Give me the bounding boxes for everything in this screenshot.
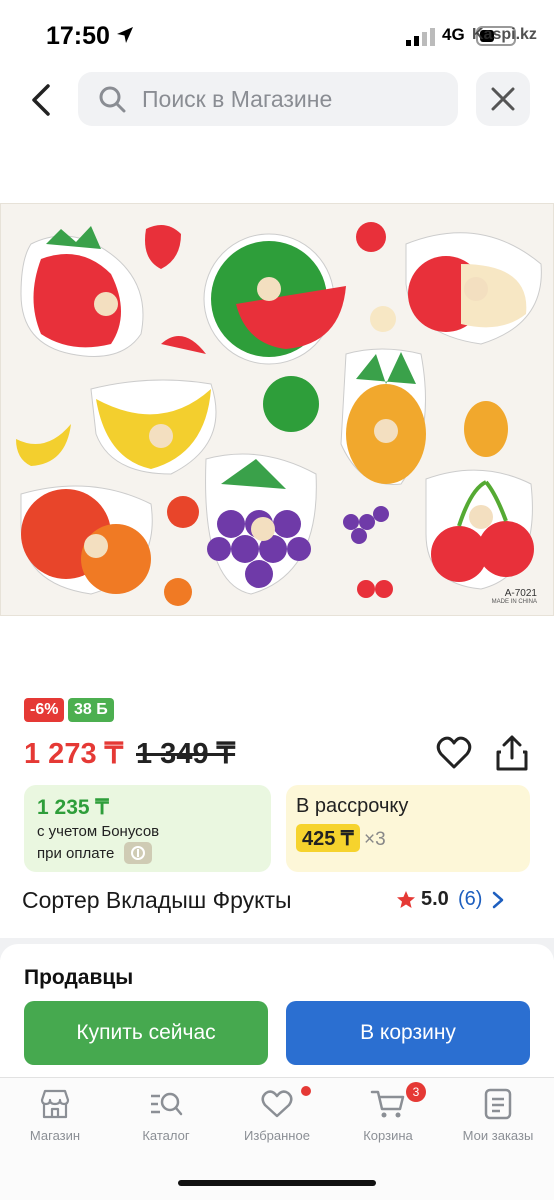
product-image[interactable]: A-7021 MADE IN CHINA: [0, 203, 554, 616]
chevron-right-icon[interactable]: [491, 890, 505, 910]
search-input[interactable]: Поиск в Магазине: [78, 72, 458, 126]
product-title: Сортер Вкладыш Фрукты: [22, 887, 292, 913]
bonus-price: 1 235 ₸: [37, 796, 109, 819]
nav-label-catalog: Каталог: [142, 1128, 190, 1143]
discount-badge: -6%: [24, 698, 65, 722]
cart-count-badge: 3: [406, 1082, 426, 1102]
search-icon: [99, 86, 126, 113]
watermark: Kaspi.kz: [472, 26, 537, 43]
nav-item-favorites[interactable]: Избранное: [227, 1086, 327, 1152]
location-arrow-icon: [117, 27, 133, 43]
back-arrow-icon[interactable]: [24, 80, 60, 120]
installment-multiplier: ×3: [364, 829, 386, 850]
signal-icon: [406, 28, 435, 46]
sellers-heading: Продавцы: [24, 966, 134, 989]
bonus-text-line2: при оплате: [37, 845, 115, 862]
nav-label-store: Магазин: [29, 1128, 81, 1143]
kaspi-logo-icon: [124, 842, 152, 864]
search-placeholder: Поиск в Магазине: [142, 86, 333, 112]
nav-label-orders: Мои заказы: [462, 1128, 534, 1143]
network-type: 4G: [442, 25, 465, 44]
star-icon: [397, 891, 415, 908]
status-bar: 17:50 4G Kaspi.kz: [0, 0, 554, 72]
add-to-cart-button[interactable]: В корзину: [286, 1001, 530, 1065]
heart-icon: [261, 1090, 293, 1118]
nav-item-cart[interactable]: 3 Корзина: [338, 1082, 438, 1152]
fruit-puzzle-illustration: [16, 222, 542, 606]
catalog-icon: [151, 1092, 183, 1116]
nav-item-store[interactable]: Магазин: [5, 1088, 105, 1152]
rating-value: 5.0: [421, 888, 449, 910]
reviews-link[interactable]: (6): [458, 888, 482, 911]
favorite-heart-icon[interactable]: [436, 736, 472, 770]
cart-icon: [370, 1090, 405, 1118]
installment-title: В рассрочку: [296, 795, 409, 817]
bonus-text-line1: с учетом Бонусов: [37, 823, 160, 840]
nav-item-orders[interactable]: Мои заказы: [448, 1088, 548, 1152]
bonus-badge: 38 Б: [68, 698, 114, 722]
old-price: 1 349 ₸: [136, 738, 236, 770]
close-icon: [491, 87, 515, 111]
close-button[interactable]: [476, 72, 530, 126]
home-indicator: [178, 1180, 376, 1186]
status-time: 17:50: [46, 22, 110, 50]
installment-price: 425 ₸: [296, 824, 360, 852]
orders-icon: [484, 1088, 512, 1120]
store-icon: [40, 1089, 70, 1119]
current-price: 1 273 ₸: [24, 738, 124, 770]
favorites-dot: [301, 1086, 311, 1096]
nav-item-catalog[interactable]: Каталог: [116, 1088, 216, 1152]
share-icon[interactable]: [494, 734, 530, 772]
product-code: A-7021 MADE IN CHINA: [491, 588, 537, 605]
buy-now-button[interactable]: Купить сейчас: [24, 1001, 268, 1065]
nav-label-cart: Корзина: [363, 1128, 413, 1143]
installment-card[interactable]: В рассрочку 425 ₸ ×3: [286, 785, 530, 872]
nav-label-favorites: Избранное: [244, 1128, 310, 1143]
bonus-card[interactable]: 1 235 ₸ с учетом Бонусов при оплате: [24, 785, 271, 872]
